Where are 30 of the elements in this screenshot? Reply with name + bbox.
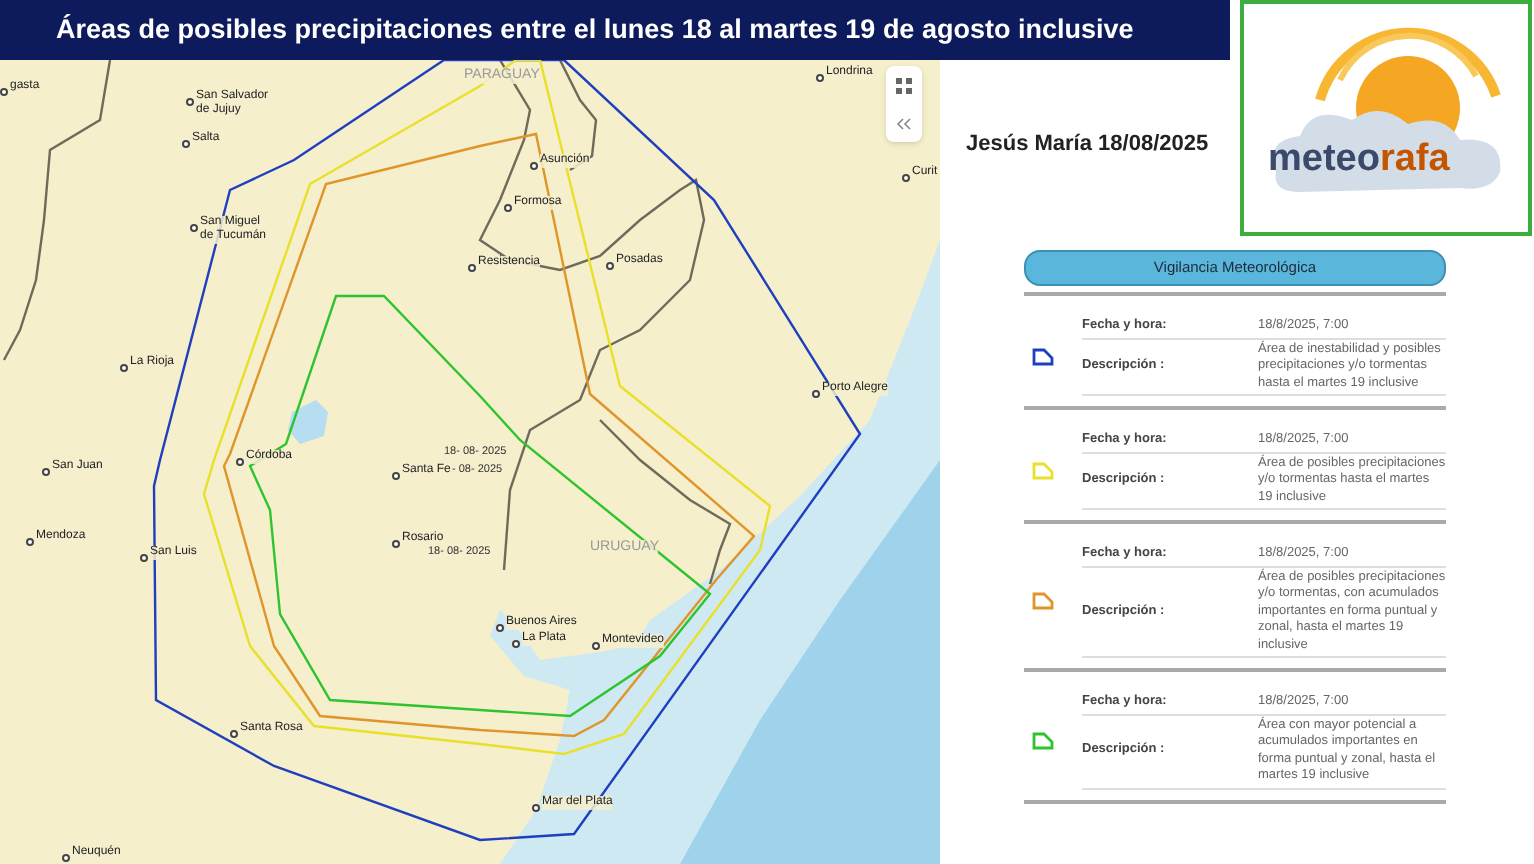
logo-wordmark: meteorafa [1268, 136, 1450, 184]
city-marker-icon [512, 640, 520, 648]
city-marker-icon [140, 554, 148, 562]
title-banner: Áreas de posibles precipitaciones entre el lunes 18 al martes 19 de agosto inclusive [0, 0, 1230, 60]
collapse-icon[interactable] [896, 118, 912, 130]
city-marker-icon [26, 538, 34, 546]
city-marker-icon [182, 140, 190, 148]
lake-drawing [288, 400, 328, 444]
city-marker-icon [236, 458, 244, 466]
grid-icon[interactable] [896, 78, 912, 94]
city-marker-icon [190, 224, 198, 232]
city-marker-icon [42, 468, 50, 476]
city-marker-icon [902, 174, 910, 182]
city-marker-icon [504, 204, 512, 212]
city-marker-icon [468, 264, 476, 272]
city-marker-icon [0, 88, 8, 96]
city-marker-icon [812, 390, 820, 398]
city-marker-icon [530, 162, 538, 170]
city-marker-icon [186, 98, 194, 106]
city-marker-icon [230, 730, 238, 738]
city-marker-icon [496, 624, 504, 632]
author-date: Jesús María 18/08/2025 [966, 132, 1209, 156]
city-marker-icon [606, 262, 614, 270]
city-marker-icon [392, 472, 400, 480]
city-marker-icon [816, 74, 824, 82]
city-marker-icon [62, 854, 70, 862]
city-marker-icon [392, 540, 400, 548]
city-marker-icon [592, 642, 600, 650]
city-marker-icon [120, 364, 128, 372]
city-marker-icon [532, 804, 540, 812]
